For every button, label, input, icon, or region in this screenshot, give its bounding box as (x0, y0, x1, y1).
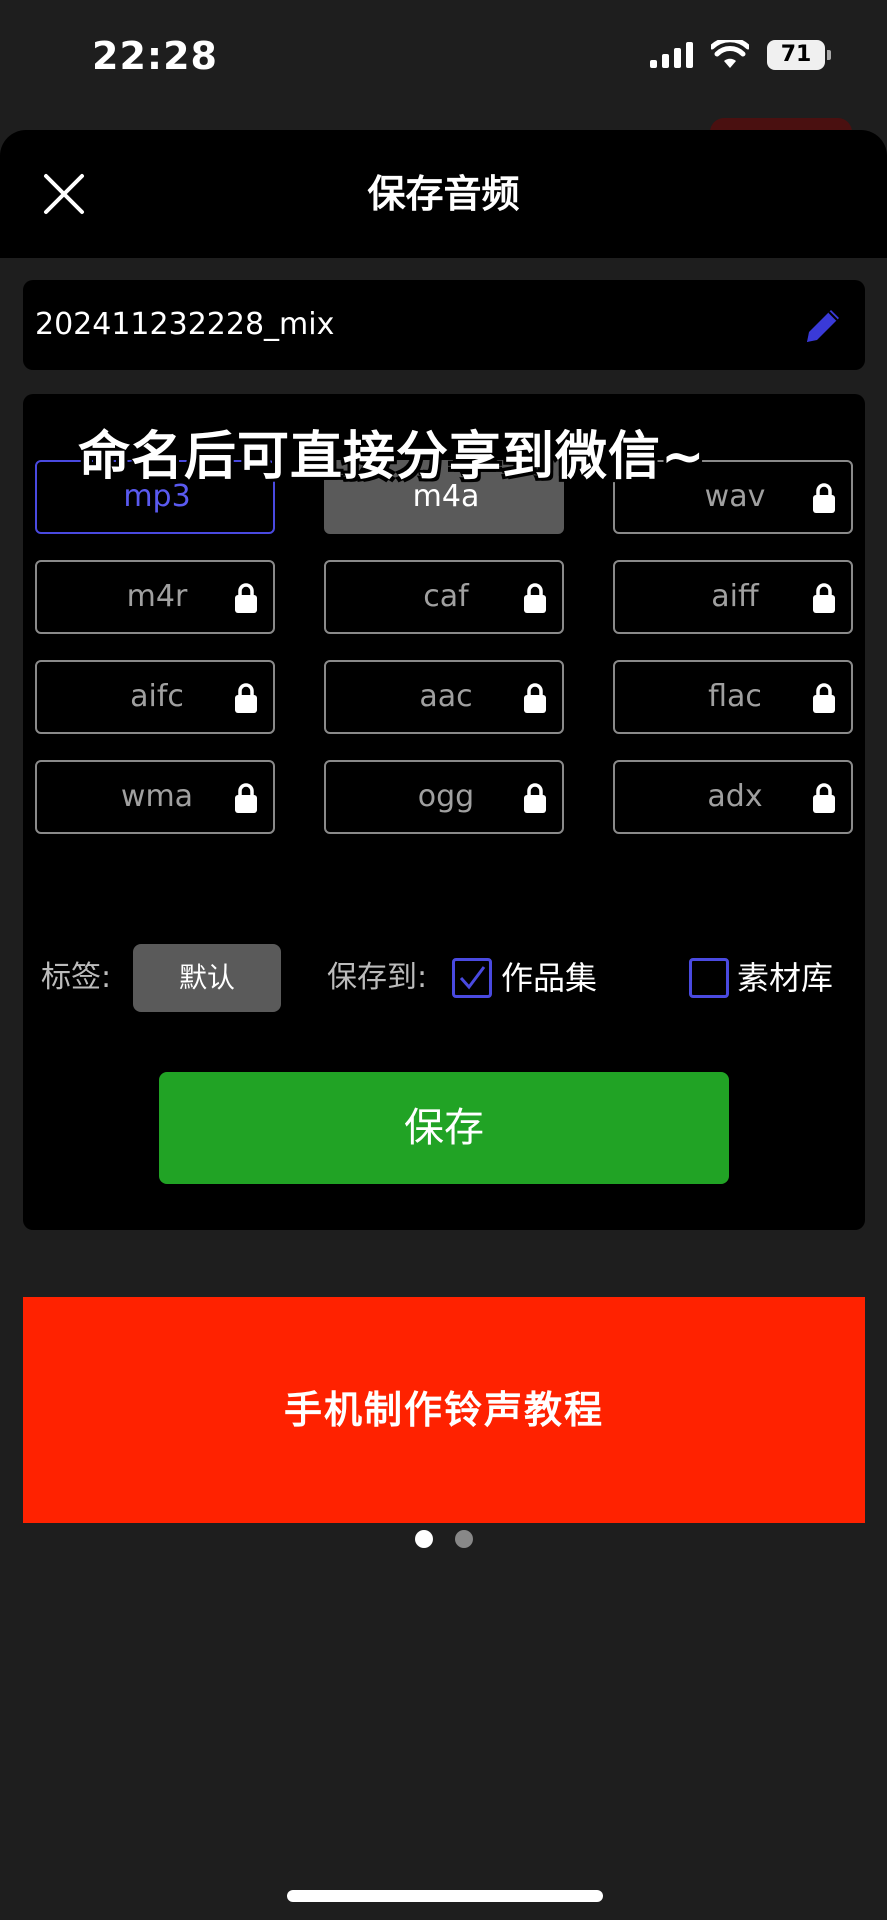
tutorial-banner[interactable]: 手机制作铃声教程 (23, 1297, 865, 1523)
save-button[interactable]: 保存 (159, 1072, 729, 1184)
lock-icon (233, 582, 259, 614)
format-option-aac[interactable]: aac (324, 660, 564, 734)
checkmark-icon (459, 966, 486, 990)
page-dot-active[interactable] (415, 1530, 433, 1548)
battery-level: 71 (767, 40, 825, 70)
library-checkbox[interactable] (689, 958, 729, 998)
lock-icon (233, 782, 259, 814)
lock-icon (811, 482, 837, 514)
page-dot[interactable] (455, 1530, 473, 1548)
filename-field[interactable]: 202411232228_mix (23, 280, 865, 370)
lock-icon (522, 582, 548, 614)
filename-input[interactable]: 202411232228_mix (35, 280, 334, 370)
portfolio-label[interactable]: 作品集 (501, 944, 597, 1012)
portfolio-checkbox[interactable] (452, 958, 492, 998)
overlay-caption: 命名后可直接分享到微信~ (78, 427, 706, 487)
format-option-aifc[interactable]: aifc (35, 660, 275, 734)
cellular-signal-icon (650, 42, 693, 68)
page-title: 保存音频 (367, 172, 520, 216)
format-option-ogg[interactable]: ogg (324, 760, 564, 834)
banner-text: 手机制作铃声教程 (283, 1388, 604, 1432)
lock-icon (522, 782, 548, 814)
lock-icon (811, 782, 837, 814)
pencil-icon[interactable] (799, 302, 847, 350)
lock-icon (811, 582, 837, 614)
tag-label: 标签: (41, 960, 112, 995)
status-time: 22:28 (92, 34, 218, 78)
format-option-wma[interactable]: wma (35, 760, 275, 834)
save-audio-sheet: 保存音频 202411232228_mix mp3 m4a wav m4r caf aif… (0, 130, 887, 1920)
format-option-adx[interactable]: adx (613, 760, 853, 834)
format-panel: mp3 m4a wav m4r caf aiff aifc aac flac wma ogg adx … (23, 394, 865, 1230)
wifi-icon (711, 40, 749, 68)
status-icons: 71 (650, 40, 831, 70)
battery-icon: 71 (767, 40, 831, 70)
close-icon[interactable] (40, 170, 88, 218)
library-label[interactable]: 素材库 (737, 944, 833, 1012)
tag-button[interactable]: 默认 (133, 944, 281, 1012)
lock-icon (522, 682, 548, 714)
lock-icon (233, 682, 259, 714)
home-indicator (287, 1890, 603, 1902)
format-option-aiff[interactable]: aiff (613, 560, 853, 634)
format-option-flac[interactable]: flac (613, 660, 853, 734)
lock-icon (811, 682, 837, 714)
format-option-m4r[interactable]: m4r (35, 560, 275, 634)
format-option-caf[interactable]: caf (324, 560, 564, 634)
save-to-label: 保存到: (327, 960, 428, 995)
